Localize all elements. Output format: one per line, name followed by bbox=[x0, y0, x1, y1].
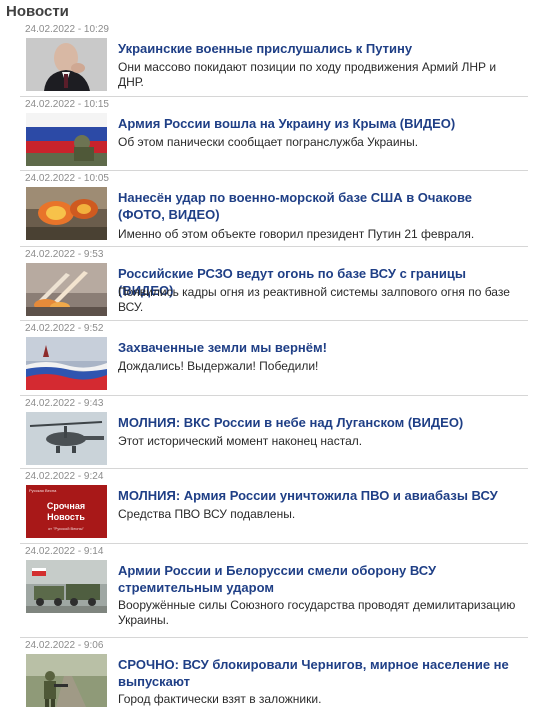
kremlin-flag-photo[interactable] bbox=[26, 337, 107, 390]
news-headline[interactable]: СРОЧНО: ВСУ блокировали Чернигов, мирное… bbox=[118, 656, 522, 690]
putin-portrait-photo[interactable] bbox=[26, 38, 107, 91]
news-headline[interactable]: Армии России и Белоруссии смели оборону … bbox=[118, 562, 522, 596]
helicopter-photo[interactable] bbox=[26, 412, 107, 465]
news-item: 24.02.2022 - 9:14 Армии России и Белорус… bbox=[20, 544, 528, 638]
news-item: 24.02.2022 - 10:29 Украинские военные пр… bbox=[20, 22, 528, 97]
news-item: 24.02.2022 - 9:06 СРОЧНО: ВСУ блокировал… bbox=[20, 638, 528, 716]
news-timestamp: 24.02.2022 - 9:14 bbox=[25, 546, 104, 557]
news-lead: Вооружённые силы Союзного государства пр… bbox=[118, 598, 516, 627]
urgent-card-line2: Новость bbox=[47, 512, 85, 522]
news-lead: Они массово покидают позиции по ходу про… bbox=[118, 60, 497, 89]
news-headline[interactable]: МОЛНИЯ: Армия России уничтожила ПВО и ав… bbox=[118, 487, 522, 504]
news-lead: Именно об этом объекте говорил президент… bbox=[118, 227, 475, 241]
rocket-launch-photo[interactable] bbox=[26, 263, 107, 316]
news-timestamp: 24.02.2022 - 9:52 bbox=[25, 323, 104, 334]
news-item: 24.02.2022 - 9:53 Российские РСЗО ведут … bbox=[20, 247, 528, 321]
news-item: 24.02.2022 - 9:24 Русская Весна Срочная … bbox=[20, 469, 528, 544]
news-item: 24.02.2022 - 9:52 Захваченные земли мы в… bbox=[20, 321, 528, 396]
news-timestamp: 24.02.2022 - 9:43 bbox=[25, 398, 104, 409]
explosion-photo[interactable] bbox=[26, 187, 107, 240]
flag-soldiers-photo[interactable] bbox=[26, 113, 107, 166]
news-headline[interactable]: Захваченные земли мы вернём! bbox=[118, 339, 522, 356]
news-headline[interactable]: Нанесён удар по военно-морской базе США … bbox=[118, 189, 522, 223]
news-list: 24.02.2022 - 10:29 Украинские военные пр… bbox=[20, 22, 528, 716]
news-item: 24.02.2022 - 10:05 Нанесён удар по военн… bbox=[20, 171, 528, 247]
news-timestamp: 24.02.2022 - 9:53 bbox=[25, 249, 104, 260]
news-lead: Об этом панически сообщает погранслужба … bbox=[118, 135, 419, 149]
section-title: Новости bbox=[6, 3, 69, 20]
soldier-road-photo[interactable] bbox=[26, 654, 107, 707]
news-lead: Город фактически взят в заложники. bbox=[118, 692, 322, 706]
news-headline[interactable]: МОЛНИЯ: ВКС России в небе над Луганском … bbox=[118, 414, 522, 431]
news-headline[interactable]: Украинские военные прислушались к Путину bbox=[118, 40, 522, 57]
news-timestamp: 24.02.2022 - 10:29 bbox=[25, 24, 109, 35]
news-lead: Средства ПВО ВСУ подавлены. bbox=[118, 507, 296, 521]
news-timestamp: 24.02.2022 - 9:24 bbox=[25, 471, 104, 482]
news-headline[interactable]: Армия России вошла на Украину из Крыма (… bbox=[118, 115, 522, 132]
news-item: 24.02.2022 - 10:15 Армия России вошла на… bbox=[20, 97, 528, 171]
news-item: 24.02.2022 - 9:43 МОЛНИЯ: ВКС России в н… bbox=[20, 396, 528, 469]
news-timestamp: 24.02.2022 - 10:15 bbox=[25, 99, 109, 110]
news-timestamp: 24.02.2022 - 10:05 bbox=[25, 173, 109, 184]
armored-vehicles-photo[interactable] bbox=[26, 560, 107, 613]
news-lead: Этот исторический момент наконец настал. bbox=[118, 434, 363, 448]
news-lead: Дождались! Выдержали! Победили! bbox=[118, 359, 319, 373]
urgent-card-bottom-label: от "Русской Весны" bbox=[48, 526, 84, 531]
urgent-news-card[interactable]: Русская Весна Срочная Новость от "Русско… bbox=[26, 485, 107, 538]
urgent-card-top-label: Русская Весна bbox=[29, 488, 57, 493]
news-lead: Появились кадры огня из реактивной систе… bbox=[118, 285, 510, 314]
urgent-card-line1: Срочная bbox=[47, 501, 85, 511]
news-timestamp: 24.02.2022 - 9:06 bbox=[25, 640, 104, 651]
